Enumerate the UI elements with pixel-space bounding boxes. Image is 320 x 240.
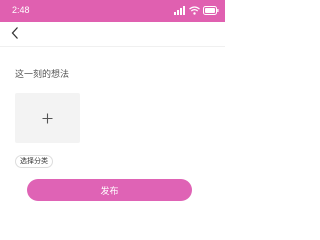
- chevron-left-icon: [10, 25, 20, 44]
- thought-input[interactable]: [15, 67, 210, 81]
- form-area: 选择分类 发布: [0, 47, 225, 225]
- status-time: 2:48: [12, 5, 30, 15]
- status-icons: [174, 5, 219, 16]
- publish-screen: 2:48 这一刻的想法 选择分类 发布: [0, 0, 225, 225]
- wifi-icon: [189, 6, 200, 15]
- status-bar: 2:48: [0, 0, 225, 22]
- back-button[interactable]: [6, 25, 24, 43]
- publish-label: 发布: [100, 185, 119, 196]
- add-photo-button[interactable]: [15, 93, 80, 143]
- nav-bar: [0, 22, 225, 47]
- publish-button[interactable]: 发布: [27, 179, 192, 201]
- select-category-button[interactable]: 选择分类: [15, 155, 53, 168]
- battery-icon: [203, 6, 219, 15]
- signal-icon: [174, 6, 186, 15]
- plus-icon: [42, 109, 53, 128]
